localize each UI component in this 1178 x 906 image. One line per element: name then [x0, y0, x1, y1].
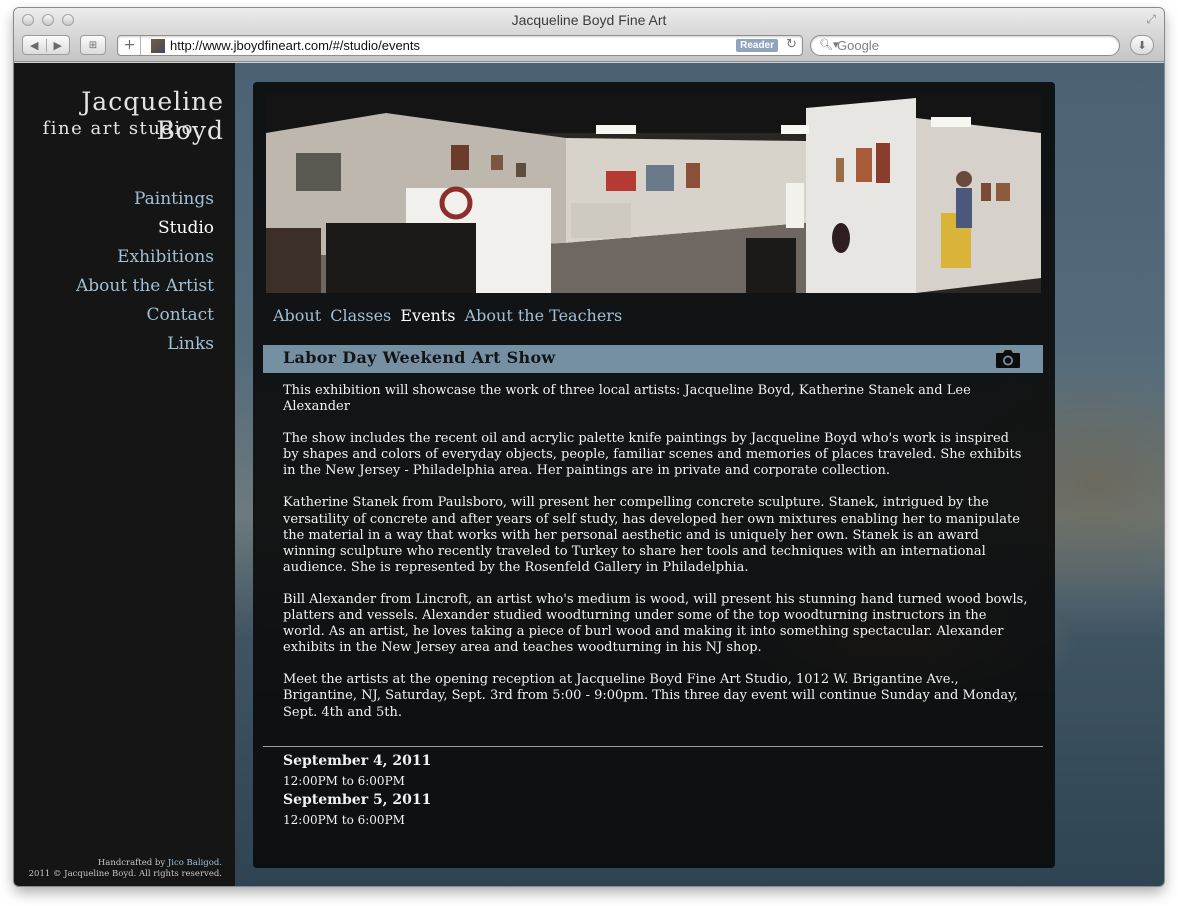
- studio-subnav: About Classes Events About the Teachers: [273, 306, 626, 325]
- event-date: September 4, 2011: [283, 753, 432, 769]
- fullscreen-icon[interactable]: ⤢: [1146, 12, 1156, 27]
- url-text[interactable]: http://www.jboydfineart.com/#/studio/eve…: [170, 38, 420, 53]
- add-bookmark-icon[interactable]: ⊞: [80, 35, 106, 55]
- nav-contact[interactable]: Contact: [14, 301, 214, 330]
- add-tab-icon[interactable]: +: [119, 36, 141, 55]
- back-icon[interactable]: ◀: [23, 39, 46, 52]
- sidebar: Jacqueline Boyd fine art studio Painting…: [14, 63, 235, 886]
- studio-photo: [266, 93, 1041, 293]
- web-page: Jacqueline Boyd fine art studio Painting…: [14, 63, 1164, 886]
- nav-studio[interactable]: Studio: [14, 214, 214, 243]
- subnav-about-the-teachers[interactable]: About the Teachers: [465, 306, 623, 325]
- camera-icon[interactable]: [995, 348, 1021, 373]
- downloads-icon[interactable]: ⬇: [1130, 35, 1154, 55]
- event-paragraph: Meet the artists at the opening receptio…: [283, 672, 1018, 720]
- content-panel: About Classes Events About the Teachers …: [253, 82, 1055, 868]
- event-header: Labor Day Weekend Art Show: [263, 345, 1043, 373]
- logo-subtitle: fine art studio: [42, 118, 194, 139]
- subnav-classes[interactable]: Classes: [330, 306, 391, 325]
- event-dates: September 4, 2011 12:00PM to 6:00PM Sept…: [283, 751, 431, 831]
- forward-icon[interactable]: ▶: [45, 38, 70, 52]
- main-nav: Paintings Studio Exhibitions About the A…: [14, 185, 214, 359]
- event-description: This exhibition will showcase the work o…: [283, 383, 1028, 737]
- event-date: September 5, 2011: [283, 792, 432, 808]
- event-time: 12:00PM to 6:00PM: [283, 774, 405, 788]
- back-forward-buttons: ◀ ▶: [22, 35, 70, 55]
- divider: [263, 746, 1043, 747]
- footer-credit-link[interactable]: Jico Baligod.: [168, 858, 222, 868]
- footer-credit-prefix: Handcrafted by: [97, 858, 166, 868]
- browser-toolbar: Jacqueline Boyd Fine Art ⤢ ◀ ▶ ⊞ + http:…: [14, 8, 1164, 62]
- nav-paintings[interactable]: Paintings: [14, 185, 214, 214]
- footer-copyright: 2011 © Jacqueline Boyd. All rights reser…: [28, 869, 222, 879]
- nav-about-the-artist[interactable]: About the Artist: [14, 272, 214, 301]
- subnav-events[interactable]: Events: [400, 306, 455, 325]
- event-time: 12:00PM to 6:00PM: [283, 813, 405, 827]
- event-paragraph: Katherine Stanek from Paulsboro, will pr…: [283, 495, 1020, 575]
- reader-button[interactable]: Reader: [736, 39, 778, 52]
- window-title: Jacqueline Boyd Fine Art: [511, 12, 667, 28]
- event-paragraph: This exhibition will showcase the work o…: [283, 383, 971, 415]
- footer: Handcrafted by Jico Baligod. 2011 © Jacq…: [29, 858, 222, 880]
- nav-exhibitions[interactable]: Exhibitions: [14, 243, 214, 272]
- nav-links[interactable]: Links: [14, 330, 214, 359]
- event-title: Labor Day Weekend Art Show: [283, 348, 556, 367]
- subnav-about[interactable]: About: [273, 306, 321, 325]
- event-paragraph: Bill Alexander from Lincroft, an artist …: [283, 591, 1028, 656]
- search-input[interactable]: [837, 37, 1107, 54]
- event-paragraph: The show includes the recent oil and acr…: [283, 431, 1022, 479]
- search-bar: 🔍︎▾: [810, 35, 1120, 56]
- site-favicon: [151, 39, 165, 53]
- studio-panorama-image: [266, 93, 1041, 293]
- reload-icon[interactable]: ↻: [786, 37, 797, 52]
- search-icon: 🔍︎▾: [819, 38, 839, 51]
- browser-window: Jacqueline Boyd Fine Art ⤢ ◀ ▶ ⊞ + http:…: [14, 8, 1164, 886]
- address-bar[interactable]: + http://www.jboydfineart.com/#/studio/e…: [117, 35, 803, 56]
